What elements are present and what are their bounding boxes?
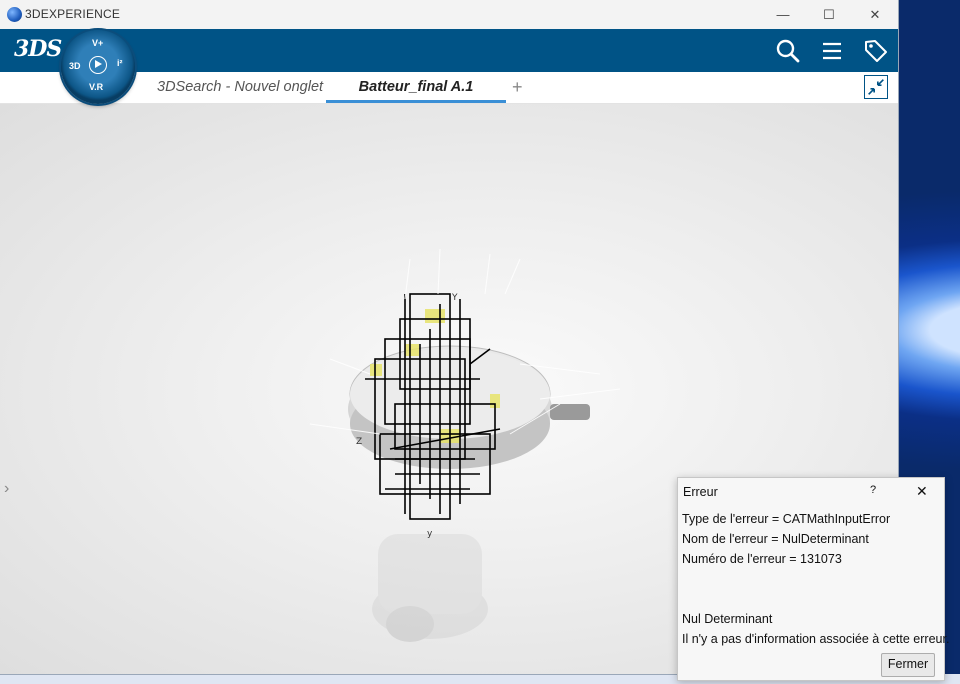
play-icon[interactable] xyxy=(89,56,107,74)
active-tab-indicator xyxy=(326,100,506,103)
dialog-title: Erreur xyxy=(683,485,718,499)
menu-icon[interactable] xyxy=(818,37,846,65)
error-message-body: Il n'y a pas d'information associée à ce… xyxy=(682,632,950,646)
close-dialog-button[interactable]: Fermer xyxy=(881,653,935,677)
error-dialog: Erreur ? ✕ Type de l'erreur = CATMathInp… xyxy=(677,477,949,681)
minimize-button[interactable]: — xyxy=(760,0,806,29)
dialog-close-button[interactable]: ✕ xyxy=(916,483,928,500)
maximize-button[interactable]: ☐ xyxy=(806,0,852,29)
svg-text:y: y xyxy=(427,529,433,539)
error-message-title: Nul Determinant xyxy=(682,612,773,626)
app-globe-icon xyxy=(7,7,22,22)
compass-widget[interactable]: V+ 3D i² V.R xyxy=(61,30,135,104)
compass-east[interactable]: i² xyxy=(117,58,123,68)
collapse-icon[interactable] xyxy=(864,75,888,99)
compass-north[interactable]: V+ xyxy=(92,38,103,48)
tab-3dsearch[interactable]: 3DSearch - Nouvel onglet xyxy=(157,72,323,103)
error-type-text: Type de l'erreur = CATMathInputError xyxy=(682,512,891,526)
svg-text:Z: Z xyxy=(356,437,362,447)
svg-text:Y: Y xyxy=(451,293,458,303)
error-number-text: Numéro de l'erreur = 131073 xyxy=(682,552,842,566)
compass-west[interactable]: 3D xyxy=(69,61,81,71)
help-button[interactable]: ? xyxy=(870,484,876,496)
compass-south[interactable]: V.R xyxy=(89,82,103,92)
tag-icon[interactable] xyxy=(862,37,890,65)
tab-bar: 3DSearch - Nouvel onglet Batteur_final A… xyxy=(0,72,898,104)
search-icon[interactable] xyxy=(774,37,802,65)
add-tab-button[interactable]: + xyxy=(512,72,523,103)
title-bar: 3DEXPERIENCE — ☐ ✕ xyxy=(0,0,898,29)
brand-logo[interactable]: 3DS xyxy=(14,36,62,62)
window-title: 3DEXPERIENCE xyxy=(25,7,121,21)
tab-batteur-final[interactable]: Batteur_final A.1 xyxy=(326,72,506,103)
error-name-text: Nom de l'erreur = NulDeterminant xyxy=(682,532,869,546)
close-window-button[interactable]: ✕ xyxy=(852,0,898,29)
